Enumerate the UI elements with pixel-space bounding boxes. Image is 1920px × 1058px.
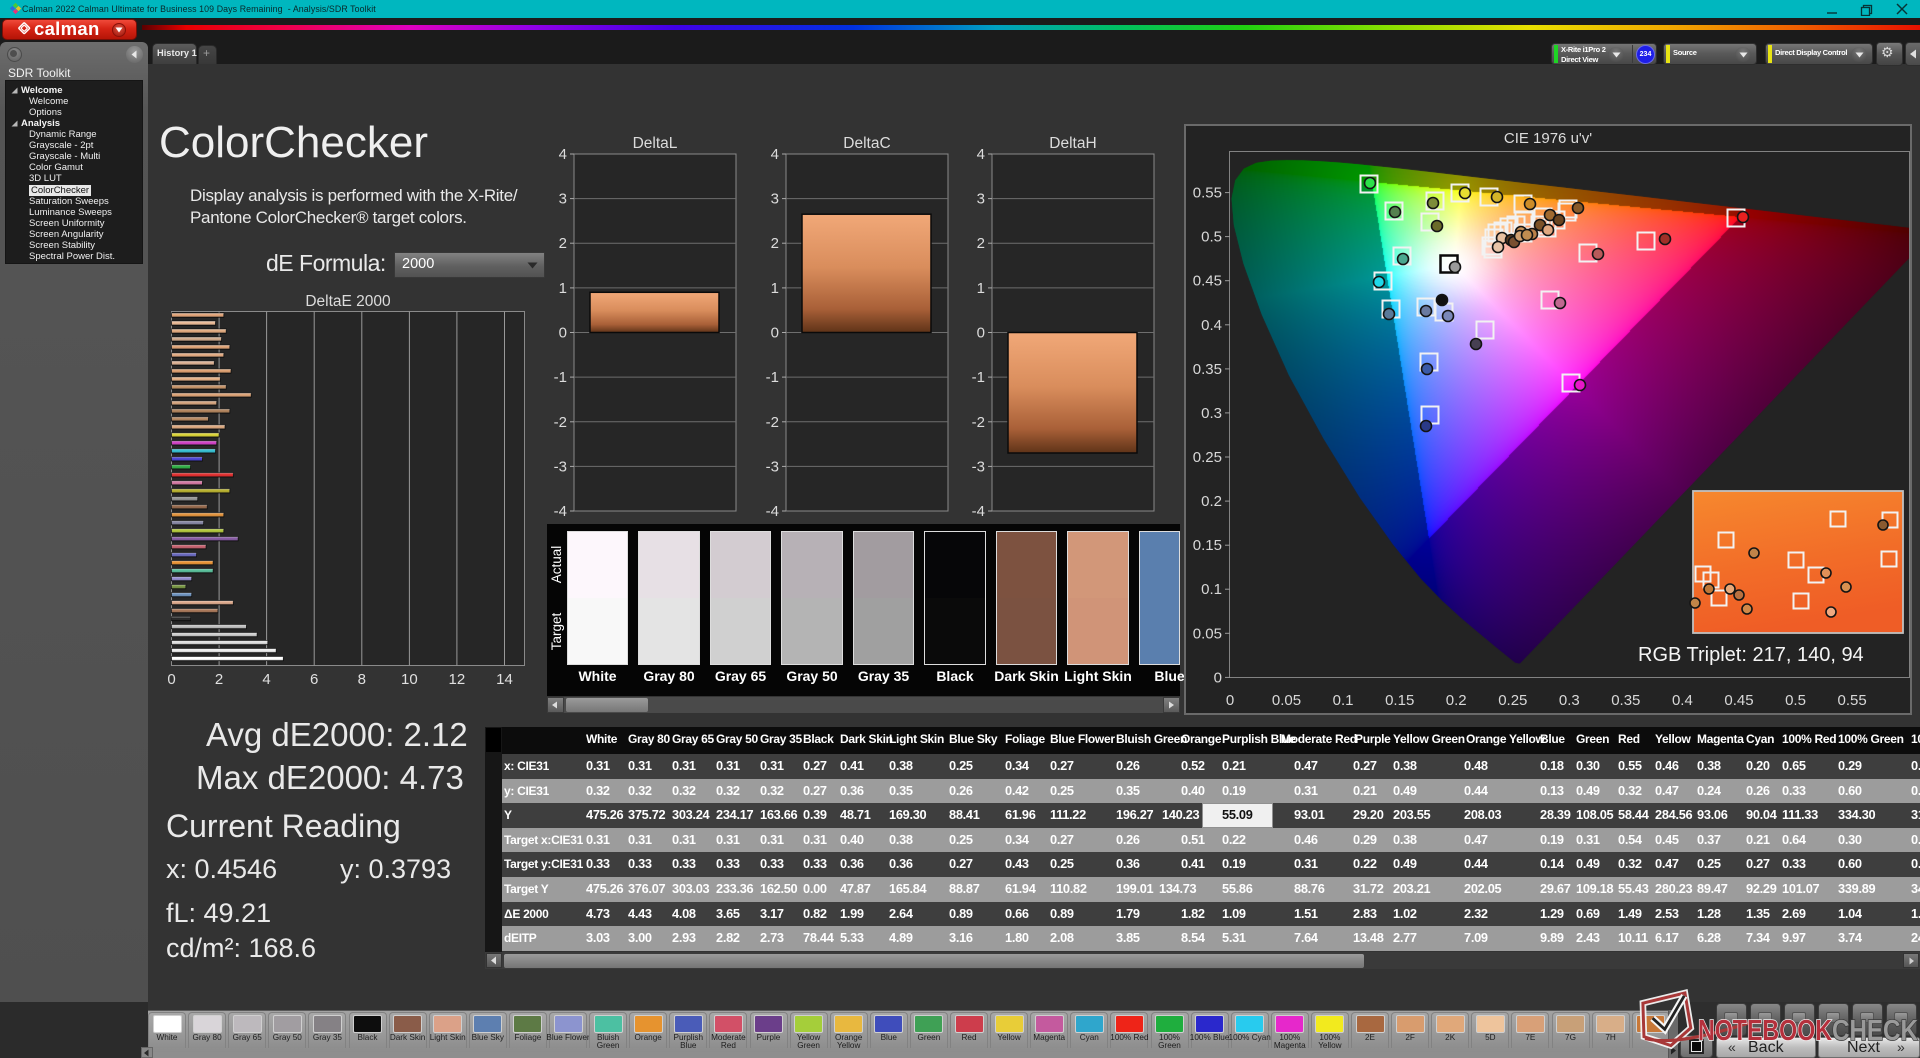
svg-text:CHECK: CHECK: [1832, 1015, 1918, 1047]
svg-text:NOTEBOOK: NOTEBOOK: [1698, 1015, 1832, 1047]
